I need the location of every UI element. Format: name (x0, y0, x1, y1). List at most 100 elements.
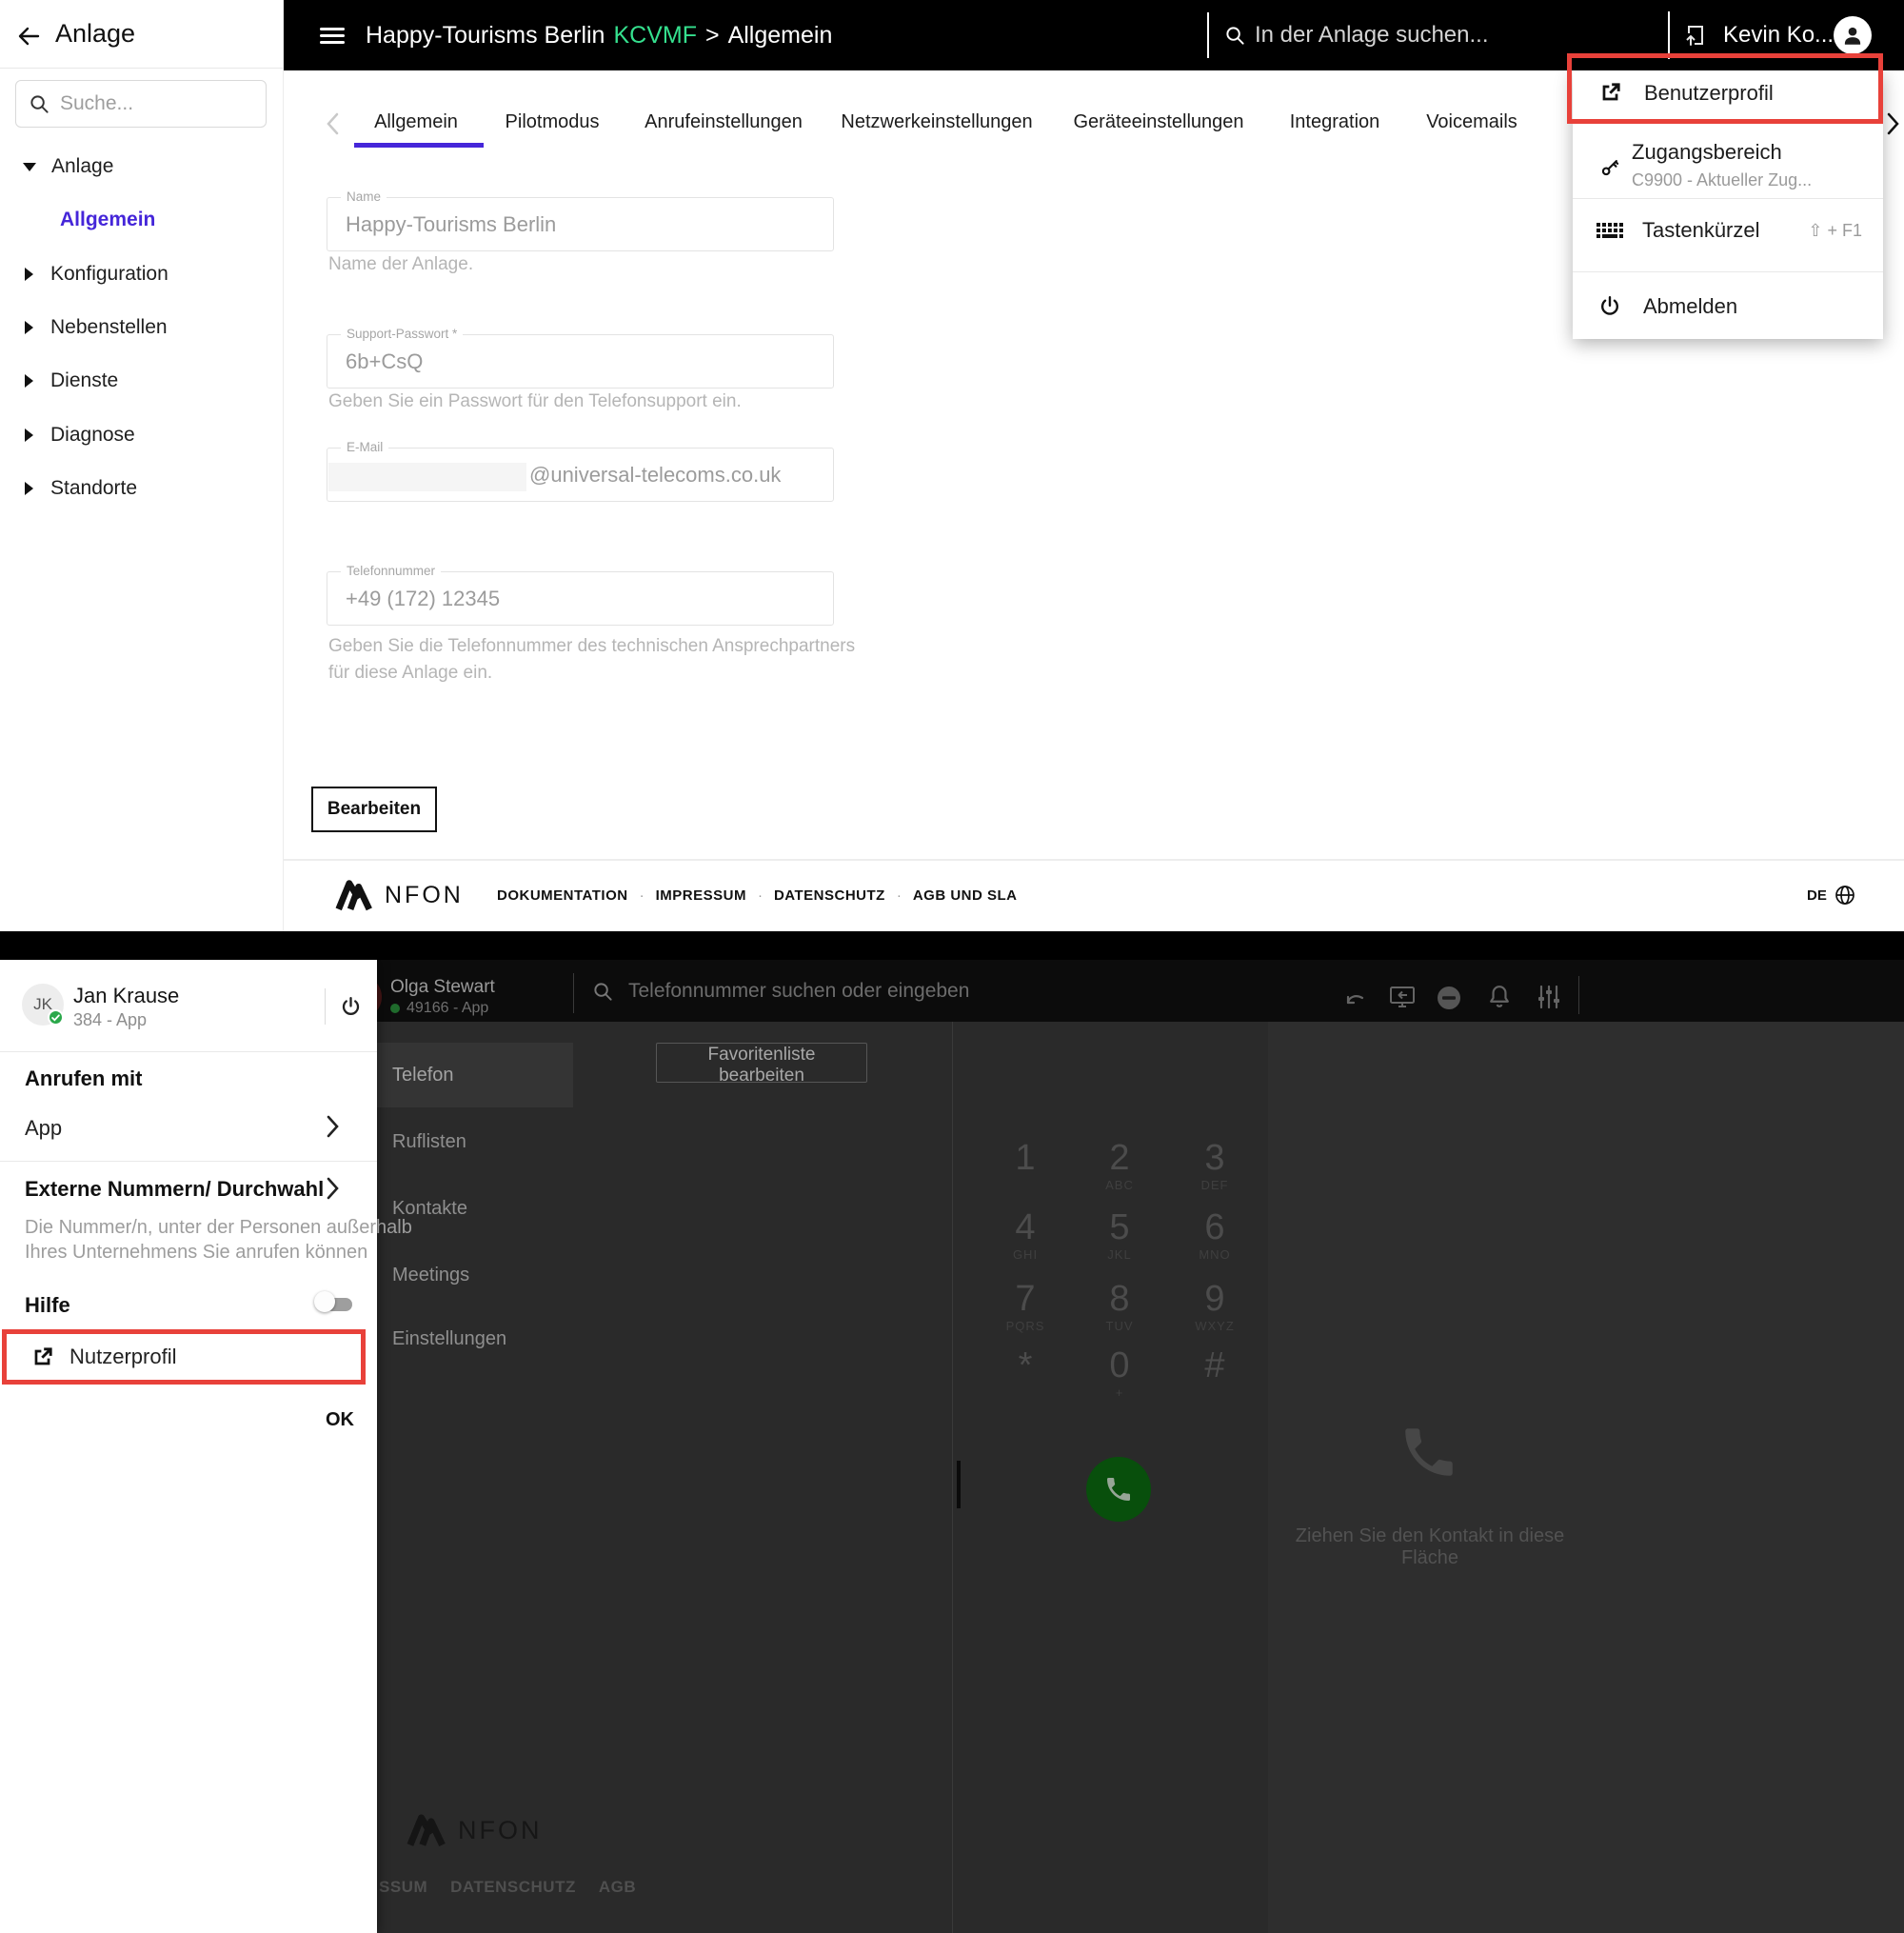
nfon-logo-mark (335, 877, 375, 913)
dialpad-key-star[interactable]: * (978, 1345, 1073, 1412)
power-icon[interactable] (339, 995, 363, 1019)
avatar[interactable] (1834, 16, 1872, 54)
email-field-label: E-Mail (341, 440, 388, 454)
sidebar-item-nebenstellen[interactable]: Nebenstellen (0, 309, 284, 347)
hamburger-menu-icon[interactable] (320, 24, 345, 48)
call-forward-icon[interactable] (1342, 985, 1369, 1011)
external-numbers-desc-2: Ihres Unternehmens Sie anrufen können (25, 1242, 367, 1264)
dialpad-key-9[interactable]: 9WXYZ (1167, 1279, 1262, 1345)
dialpad-key-0[interactable]: 0+ (1072, 1345, 1167, 1412)
nutzerprofil-item[interactable]: Nutzerprofil (2, 1329, 366, 1385)
search-icon (1224, 25, 1246, 47)
caret-down-icon[interactable] (23, 163, 36, 171)
dialpad-key-3[interactable]: 3DEF (1167, 1138, 1262, 1205)
drop-phone-icon (1398, 1421, 1460, 1484)
tab-anrufeinstellungen[interactable]: Anrufeinstellungen (645, 108, 803, 136)
external-link-icon (30, 1345, 55, 1370)
app-footer-link-datenschutz[interactable]: DATENSCHUTZ (450, 1878, 576, 1897)
header-divider (1668, 11, 1670, 59)
app-nav-einstellungen[interactable]: Einstellungen (376, 1306, 573, 1371)
app-nav-telefon[interactable]: Telefon (376, 1043, 573, 1107)
content-divider (952, 1022, 953, 1933)
screen-share-icon[interactable] (1388, 984, 1417, 1010)
back-arrow-icon[interactable] (15, 23, 42, 50)
tabs-scroll-left-icon[interactable] (324, 111, 343, 136)
sidebar-item-standorte[interactable]: Standorte (0, 469, 284, 508)
call-with-heading: Anrufen mit (25, 1066, 142, 1091)
tabs-scroll-right-icon[interactable] (1883, 111, 1902, 136)
dialpad-key-4[interactable]: 4GHI (978, 1207, 1073, 1274)
zugangsbereich-subtitle: C9900 - Aktueller Zug... (1632, 170, 1812, 190)
breadcrumb-code: KCVMF (613, 22, 697, 50)
footer-link-datenschutz[interactable]: DATENSCHUTZ (774, 887, 885, 904)
tab-integration[interactable]: Integration (1290, 108, 1380, 136)
dialpad-key-8[interactable]: 8TUV (1072, 1279, 1167, 1345)
user-menu-item-zugangsbereich[interactable]: Zugangsbereich C9900 - Aktueller Zug... (1597, 140, 1812, 190)
phone-number-search-input[interactable] (626, 960, 1160, 1022)
tab-pilotmodus[interactable]: Pilotmodus (506, 108, 600, 136)
footer-link-dokumentation[interactable]: DOKUMENTATION (497, 887, 628, 904)
dialpad-key-5[interactable]: 5JKL (1072, 1207, 1167, 1274)
audio-settings-icon[interactable] (1537, 984, 1561, 1010)
dialpad-key-2[interactable]: 2ABC (1072, 1138, 1167, 1205)
nfon-logo-dimmed: NFON (407, 1811, 543, 1849)
tab-allgemein[interactable]: Allgemein (374, 108, 458, 136)
app-nav-ruflisten[interactable]: Ruflisten (376, 1109, 573, 1174)
nfon-logo: NFON (335, 859, 464, 931)
tab-geraeteeinstellungen[interactable]: Geräteeinstellungen (1073, 108, 1243, 136)
edit-button[interactable]: Bearbeiten (311, 787, 437, 832)
breadcrumb-page: Allgemein (728, 22, 833, 50)
external-numbers-heading[interactable]: Externe Nummern/ Durchwahl (25, 1177, 324, 1202)
status-dot (390, 1004, 400, 1013)
contact-drop-region[interactable] (1268, 1022, 1904, 1933)
panel-user-ext: 384 - App (73, 1010, 147, 1030)
chevron-right-icon[interactable] (322, 1176, 343, 1201)
footer-link-agb[interactable]: AGB UND SLA (913, 887, 1018, 904)
dialpad-key-7[interactable]: 7PQRS (978, 1279, 1073, 1345)
footer-link-impressum[interactable]: IMPRESSUM (656, 887, 746, 904)
support-password-value: 6b+CsQ (346, 334, 423, 389)
panel-divider (0, 1051, 377, 1052)
admin-sidebar: Anlage Anlage Allgemein Konfiguration Ne… (0, 0, 284, 931)
app-footer-link-agb[interactable]: AGB (599, 1878, 636, 1897)
caret-right-icon[interactable] (25, 482, 33, 495)
tab-voicemails[interactable]: Voicemails (1426, 108, 1517, 136)
call-with-value[interactable]: App (25, 1116, 62, 1141)
email-field-value: @universal-telecoms.co.uk (529, 448, 781, 502)
sidebar-search[interactable] (15, 80, 267, 128)
dialpad-key-hash[interactable]: # (1167, 1345, 1262, 1412)
caret-right-icon[interactable] (25, 428, 33, 442)
sidebar-item-diagnose[interactable]: Diagnose (0, 416, 284, 454)
sidebar-item-dienste[interactable]: Dienste (0, 362, 284, 400)
chevron-right-icon[interactable] (322, 1114, 343, 1139)
sidebar-item-allgemein[interactable]: Allgemein (0, 201, 284, 239)
help-toggle-knob[interactable] (314, 1291, 335, 1312)
active-tab-underline (354, 143, 484, 148)
publish-icon[interactable] (1681, 22, 1708, 49)
check-icon (51, 1014, 60, 1022)
dropzone-hint: Ziehen Sie den Kontakt in diese Fläche (1268, 1525, 1592, 1569)
dialpad-key-1[interactable]: 1 (978, 1138, 1073, 1205)
panel-divider-vertical (325, 988, 326, 1025)
do-not-disturb-icon[interactable] (1436, 985, 1462, 1011)
caret-right-icon[interactable] (25, 321, 33, 334)
bell-icon[interactable] (1487, 984, 1512, 1010)
ok-button[interactable]: OK (301, 1409, 354, 1431)
user-menu-item-abmelden[interactable]: Abmelden (1597, 294, 1737, 319)
app-footer-link-impressum-cut[interactable]: SSUM (379, 1878, 427, 1897)
call-button[interactable] (1086, 1457, 1151, 1522)
dialpad-key-6[interactable]: 6MNO (1167, 1207, 1262, 1274)
edit-favorites-button[interactable]: Favoritenliste bearbeiten (656, 1043, 867, 1083)
sidebar-item-anlage[interactable]: Anlage (0, 148, 284, 186)
sidebar-item-konfiguration[interactable]: Konfiguration (0, 255, 284, 293)
search-icon (29, 93, 50, 115)
caret-right-icon[interactable] (25, 374, 33, 388)
caret-right-icon[interactable] (25, 268, 33, 281)
language-switcher[interactable]: DE (1807, 859, 1856, 931)
sidebar-title: Anlage (55, 19, 135, 49)
tab-netzwerkeinstellungen[interactable]: Netzwerkeinstellungen (841, 108, 1032, 136)
globe-icon (1834, 884, 1856, 907)
sidebar-search-input[interactable] (58, 91, 233, 116)
app-nav-meetings[interactable]: Meetings (376, 1243, 573, 1307)
user-menu-item-tastenkuerzel[interactable]: Tastenkürzel ⇧ + F1 (1596, 218, 1862, 243)
